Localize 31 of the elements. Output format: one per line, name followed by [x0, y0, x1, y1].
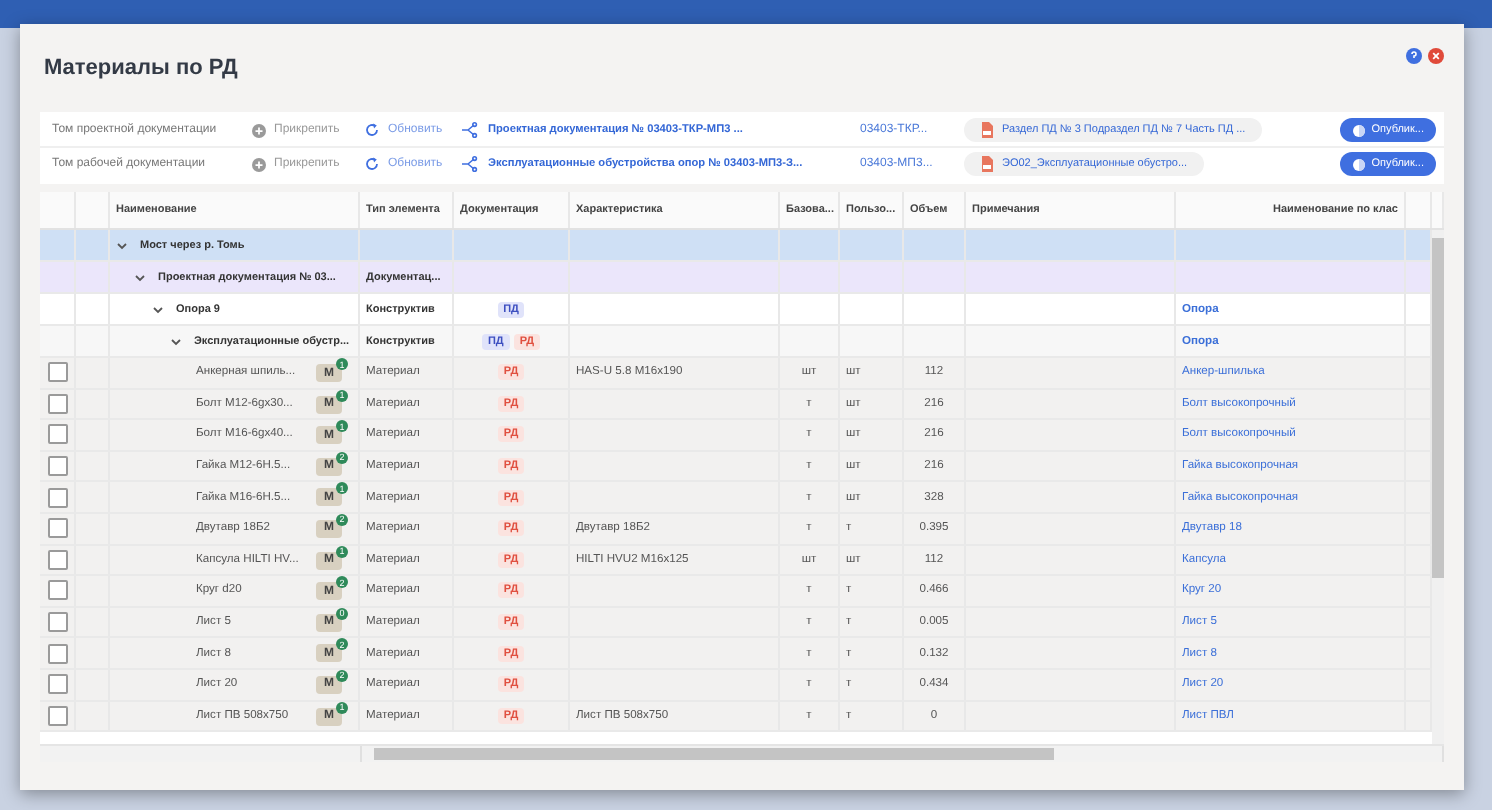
checkbox[interactable] [47, 424, 67, 445]
plus-icon [252, 157, 266, 171]
help-icon[interactable] [1406, 48, 1422, 64]
chevron-icon[interactable] [170, 335, 182, 347]
pdf-file-icon [980, 122, 994, 138]
pdf-file-icon [980, 156, 994, 172]
window-title: Материалы по РД [44, 56, 238, 80]
vertical-scrollbar[interactable] [1432, 230, 1444, 744]
checkbox[interactable] [47, 643, 67, 664]
checkbox[interactable] [47, 674, 67, 695]
plus-icon [252, 123, 266, 137]
checkbox[interactable] [47, 456, 67, 477]
publish-icon [1351, 123, 1366, 137]
publish-icon [1351, 157, 1366, 171]
checkbox[interactable] [47, 580, 67, 601]
chevron-icon[interactable] [134, 271, 146, 283]
network-icon[interactable] [460, 122, 478, 138]
refresh-icon [364, 156, 380, 172]
refresh-icon [364, 122, 380, 138]
checkbox[interactable] [47, 393, 67, 414]
checkbox[interactable] [47, 612, 67, 633]
checkbox[interactable] [47, 518, 67, 539]
network-icon[interactable] [460, 156, 478, 172]
checkbox[interactable] [47, 705, 67, 726]
chevron-icon[interactable] [116, 239, 128, 251]
horizontal-scrollbar[interactable] [362, 746, 1444, 762]
close-icon[interactable] [1428, 48, 1444, 64]
checkbox[interactable] [47, 487, 67, 508]
chevron-icon[interactable] [152, 303, 164, 315]
checkbox[interactable] [47, 549, 67, 570]
checkbox[interactable] [47, 362, 67, 383]
